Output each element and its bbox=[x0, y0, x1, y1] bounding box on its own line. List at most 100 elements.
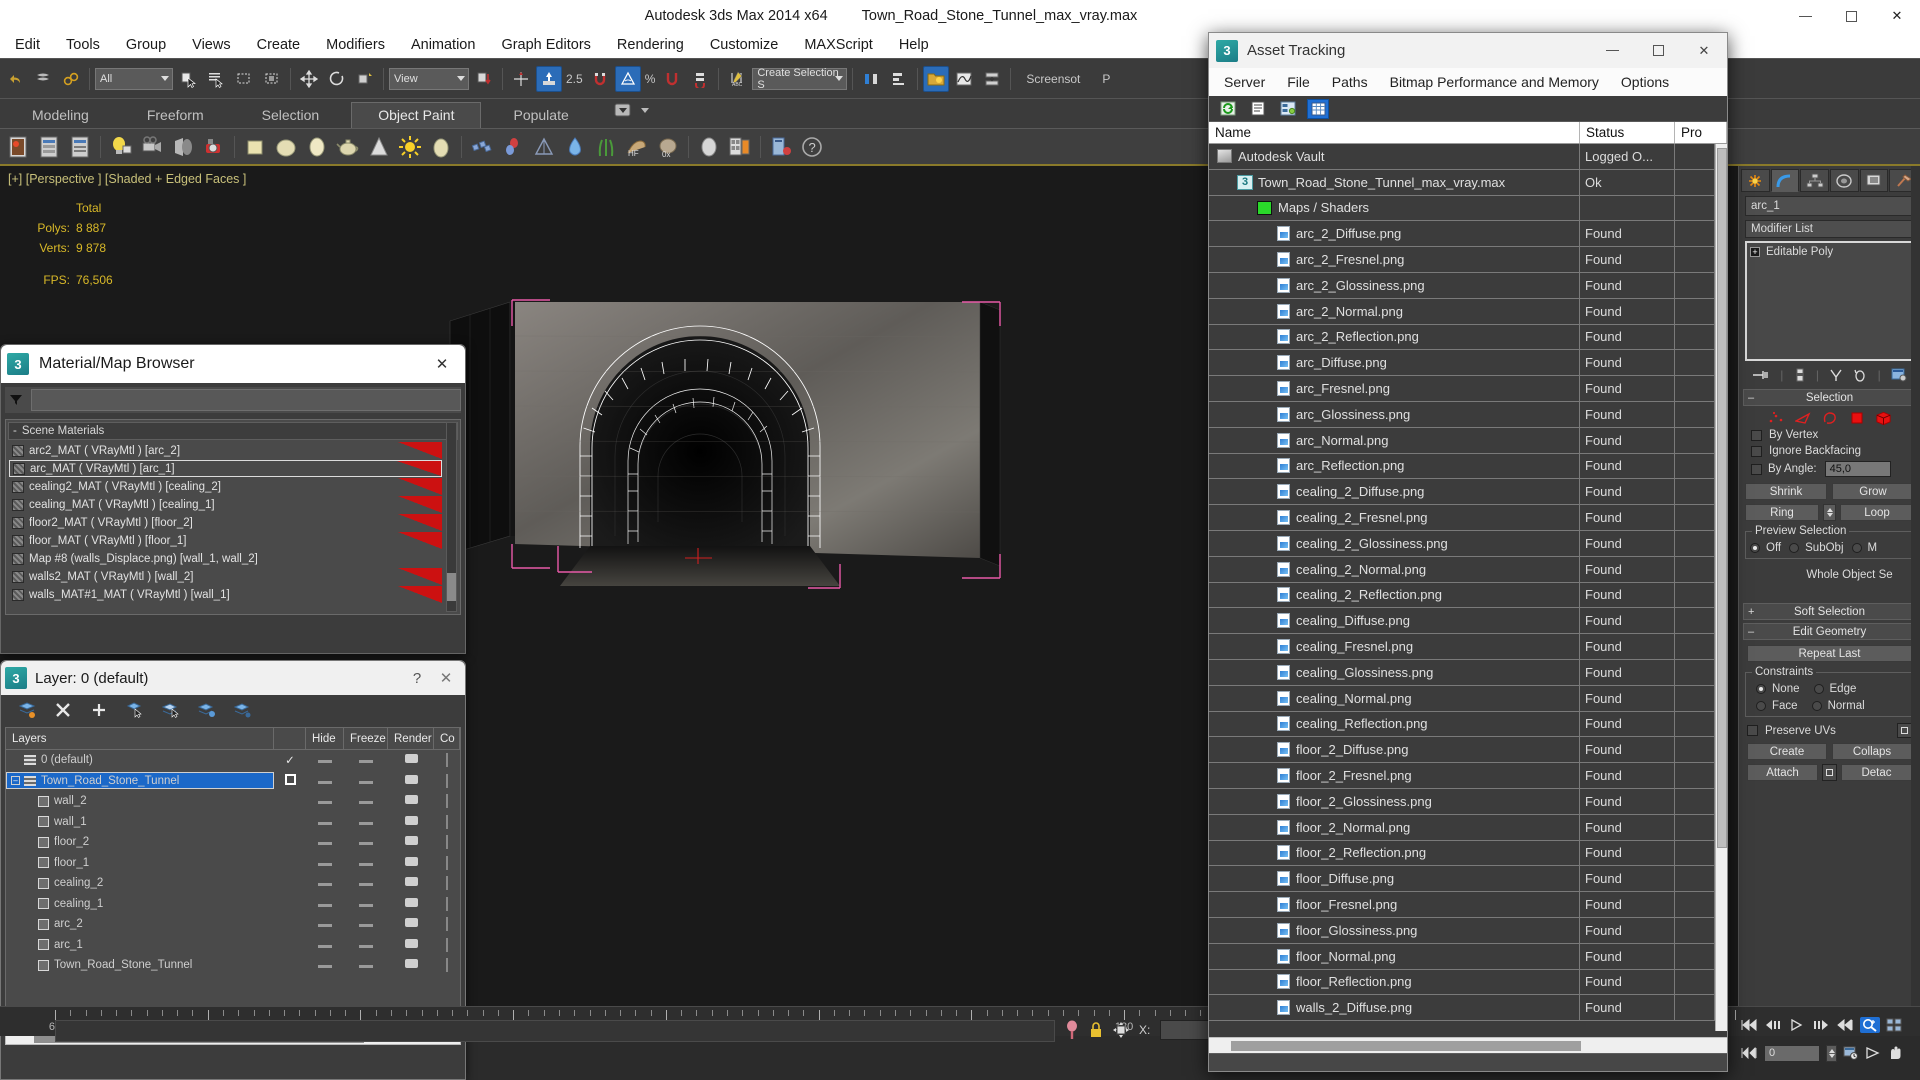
absolute-relative-transform-icon[interactable] bbox=[1113, 1022, 1129, 1038]
by-vertex-checkbox[interactable] bbox=[1751, 429, 1762, 441]
layer-name-cell[interactable]: floor_2 bbox=[6, 834, 274, 851]
material-browser-close-button[interactable]: ✕ bbox=[425, 355, 459, 373]
ribbon-dropdown-arrow-icon[interactable] bbox=[640, 107, 649, 113]
table-row[interactable]: cealing_2_Reflection.png Found bbox=[1209, 582, 1715, 609]
sphere-primitive-icon[interactable] bbox=[272, 133, 300, 161]
layer-active-cell[interactable]: ✓ bbox=[274, 753, 306, 767]
shrink-button[interactable]: Shrink bbox=[1745, 483, 1827, 500]
tab-modeling[interactable]: Modeling bbox=[6, 103, 115, 128]
layer-color-chip[interactable] bbox=[446, 896, 448, 911]
at-menu-options[interactable]: Options bbox=[1610, 71, 1680, 93]
edit-named-selection-icon[interactable]: ABC bbox=[724, 66, 750, 92]
layer-color-cell[interactable] bbox=[434, 753, 460, 768]
collapse-button[interactable]: Collaps bbox=[1832, 743, 1912, 760]
layer-name-cell[interactable]: cealing_2 bbox=[6, 875, 274, 892]
previous-frame-icon[interactable] bbox=[1764, 1019, 1782, 1031]
layer-render-cell[interactable] bbox=[388, 918, 434, 930]
next-frame-icon[interactable] bbox=[1812, 1019, 1830, 1031]
layer-freeze-cell[interactable] bbox=[344, 775, 388, 787]
layer-hide-cell[interactable] bbox=[306, 877, 344, 889]
at-hscroll-thumb[interactable] bbox=[1231, 1041, 1581, 1051]
menu-item-create[interactable]: Create bbox=[244, 34, 314, 56]
select-and-rotate-icon[interactable] bbox=[324, 66, 350, 92]
layer-name-cell[interactable]: arc_2 bbox=[6, 916, 274, 933]
edge-subobject-icon[interactable] bbox=[1794, 410, 1811, 425]
table-row[interactable]: cealing_Normal.png Found bbox=[1209, 685, 1715, 712]
layer-color-cell[interactable] bbox=[434, 917, 460, 932]
close-button[interactable]: ✕ bbox=[1874, 0, 1920, 32]
table-row[interactable]: floor_2_Fresnel.png Found bbox=[1209, 763, 1715, 789]
select-object-icon[interactable] bbox=[175, 66, 201, 92]
table-row[interactable]: arc_2_Normal.png Found bbox=[1209, 298, 1715, 325]
layer-render-cell[interactable] bbox=[388, 836, 434, 848]
layer-freeze-cell[interactable] bbox=[344, 836, 388, 848]
layer-name-cell[interactable]: – Town_Road_Stone_Tunnel bbox=[6, 772, 274, 790]
tab-populate[interactable]: Populate bbox=[487, 103, 594, 128]
viewport-label[interactable]: [+] [Perspective ] [Shaded + Edged Faces… bbox=[8, 172, 246, 186]
layer-render-cell[interactable] bbox=[388, 856, 434, 869]
layer-name-cell[interactable]: Town_Road_Stone_Tunnel bbox=[6, 957, 274, 974]
table-view-icon[interactable] bbox=[1307, 98, 1329, 119]
table-row[interactable]: floor_Normal.png Found bbox=[1209, 943, 1715, 970]
layer-name-cell[interactable]: cealing_1 bbox=[6, 895, 274, 912]
layer-render-cell[interactable] bbox=[388, 959, 434, 971]
by-angle-checkbox[interactable] bbox=[1751, 463, 1762, 475]
col-render[interactable]: Render bbox=[388, 728, 434, 750]
menu-item-views[interactable]: Views bbox=[179, 34, 243, 56]
layer-color-chip[interactable] bbox=[446, 876, 448, 891]
pan-view-arrow-icon[interactable] bbox=[1865, 1046, 1881, 1060]
asset-name-cell[interactable]: cealing_2_Fresnel.png bbox=[1209, 505, 1580, 530]
layer-render-cell[interactable] bbox=[388, 815, 434, 828]
layer-hide-cell[interactable] bbox=[306, 754, 344, 766]
layer-render-cell[interactable] bbox=[388, 897, 434, 910]
asset-name-cell[interactable]: cealing_Reflection.png bbox=[1209, 711, 1580, 737]
layer-freeze-cell[interactable] bbox=[344, 754, 388, 766]
asset-name-cell[interactable]: floor_Normal.png bbox=[1209, 943, 1580, 969]
layer-row[interactable]: floor_1 bbox=[6, 853, 460, 874]
layer-color-chip[interactable] bbox=[446, 835, 448, 850]
layer-freeze-cell[interactable] bbox=[344, 939, 388, 951]
toggle-scene-explorer-icon[interactable] bbox=[923, 65, 950, 92]
rollout-selection[interactable]: – Selection bbox=[1743, 389, 1916, 406]
frame-spinner-icon[interactable] bbox=[1826, 1044, 1837, 1062]
displace-icon[interactable]: 0x bbox=[654, 133, 682, 161]
window-crossing-icon[interactable] bbox=[259, 66, 285, 92]
layer-freeze-cell[interactable] bbox=[344, 918, 388, 930]
layer-color-cell[interactable] bbox=[434, 958, 460, 973]
hair-fur-icon[interactable]: HF bbox=[623, 133, 651, 161]
ignore-backfacing-checkbox[interactable] bbox=[1751, 445, 1762, 457]
ribbon-options-icon[interactable] bbox=[609, 96, 637, 124]
table-row[interactable]: Autodesk Vault Logged O... bbox=[1209, 144, 1715, 170]
table-row[interactable]: cealing_2_Fresnel.png Found bbox=[1209, 505, 1715, 531]
command-panel-scrollbar[interactable] bbox=[1911, 166, 1920, 1006]
material-row[interactable]: Map #8 (walls_Displace.png) [wall_1, wal… bbox=[9, 550, 442, 567]
table-row[interactable]: arc_Normal.png Found bbox=[1209, 427, 1715, 454]
spinner-snap-icon[interactable] bbox=[687, 66, 713, 92]
layer-freeze-cell[interactable] bbox=[344, 857, 388, 869]
mirror-icon[interactable] bbox=[858, 66, 884, 92]
layer-hide-cell[interactable] bbox=[306, 939, 344, 951]
polygon-subobject-icon[interactable] bbox=[1848, 410, 1865, 425]
layer-row[interactable]: arc_1 bbox=[6, 935, 460, 956]
menu-item-graph-editors[interactable]: Graph Editors bbox=[488, 34, 603, 56]
layer-active-cell[interactable] bbox=[274, 773, 306, 788]
layer-row[interactable]: 0 (default) ✓ bbox=[6, 750, 460, 771]
col-color[interactable]: Co bbox=[434, 728, 460, 750]
border-subobject-icon[interactable] bbox=[1821, 410, 1838, 425]
asset-tracking-close-button[interactable]: ✕ bbox=[1681, 33, 1727, 68]
table-row[interactable]: Maps / Shaders bbox=[1209, 195, 1715, 222]
p-label[interactable]: P bbox=[1092, 72, 1120, 86]
material-list-scrollbar[interactable] bbox=[446, 422, 457, 612]
table-row[interactable]: cealing_Reflection.png Found bbox=[1209, 711, 1715, 738]
layer-freeze-cell[interactable] bbox=[344, 959, 388, 971]
menu-item-help[interactable]: Help bbox=[886, 34, 942, 56]
menu-item-modifiers[interactable]: Modifiers bbox=[313, 34, 398, 56]
layer-help-button[interactable]: ? bbox=[403, 670, 431, 687]
layer-color-cell[interactable] bbox=[434, 855, 460, 870]
asset-name-cell[interactable]: arc_2_Normal.png bbox=[1209, 298, 1580, 324]
constraint-normal-row[interactable]: Normal bbox=[1811, 700, 1865, 712]
at-menu-file[interactable]: File bbox=[1276, 71, 1321, 93]
layer-name-cell[interactable]: floor_1 bbox=[6, 854, 274, 871]
material-editor-icon[interactable] bbox=[726, 133, 754, 161]
asset-name-cell[interactable]: floor_Glossiness.png bbox=[1209, 917, 1580, 943]
